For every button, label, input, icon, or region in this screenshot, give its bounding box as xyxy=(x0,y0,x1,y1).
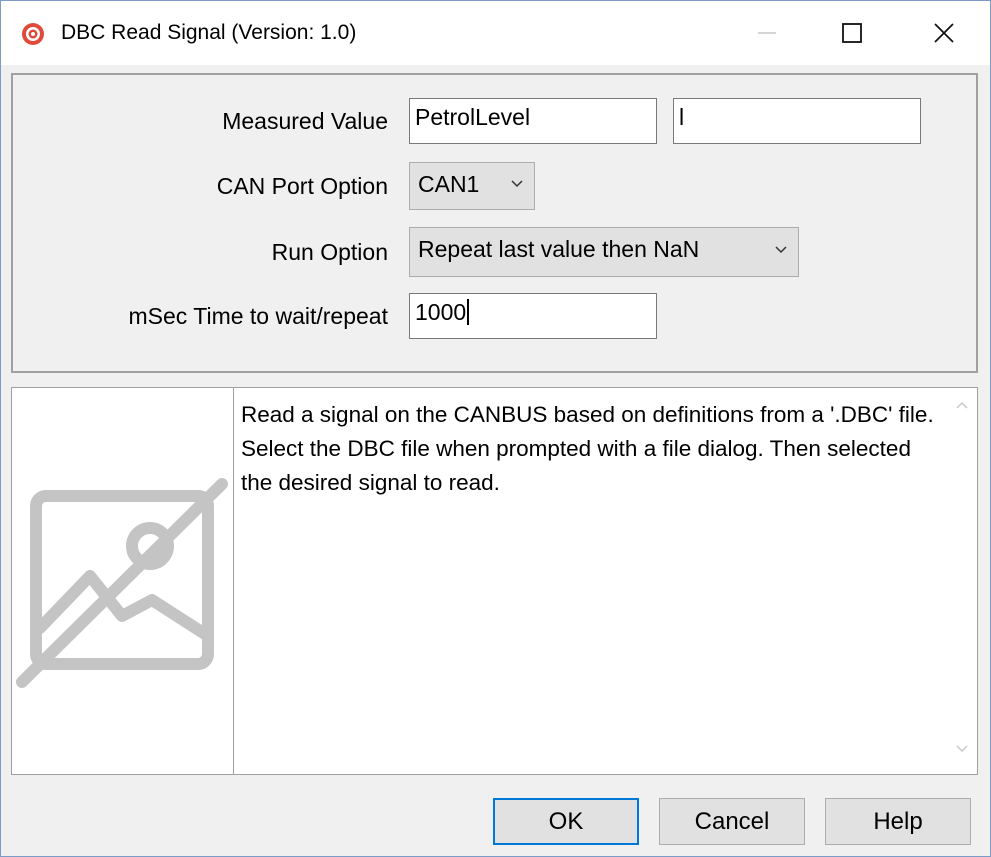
minimize-button[interactable] xyxy=(721,1,813,65)
parameters-panel: Measured Value PetrolLevel l CAN Port Op… xyxy=(11,73,978,373)
measured-value-name-input[interactable]: PetrolLevel xyxy=(409,98,657,144)
measured-value-unit-input[interactable]: l xyxy=(673,98,921,144)
description-text: Read a signal on the CANBUS based on def… xyxy=(241,402,934,495)
can-port-select[interactable]: CAN1 xyxy=(409,162,535,210)
scroll-down-icon[interactable] xyxy=(955,744,969,754)
maximize-icon xyxy=(842,23,862,43)
close-button[interactable] xyxy=(898,1,990,65)
scroll-up-icon[interactable] xyxy=(955,400,969,410)
cancel-button[interactable]: Cancel xyxy=(659,798,805,845)
wait-time-input[interactable]: 1000 xyxy=(409,293,657,339)
chevron-down-icon xyxy=(511,180,523,188)
app-target-icon xyxy=(21,22,45,46)
block-image-pane xyxy=(12,388,234,774)
minimize-icon xyxy=(758,32,776,34)
run-option-select[interactable]: Repeat last value then NaN xyxy=(409,227,799,277)
help-button[interactable]: Help xyxy=(825,798,971,845)
text-caret xyxy=(467,299,470,325)
can-port-label: CAN Port Option xyxy=(216,173,388,199)
ok-button[interactable]: OK xyxy=(493,798,639,845)
window-title: DBC Read Signal (Version: 1.0) xyxy=(61,21,357,44)
measured-value-label: Measured Value xyxy=(222,108,388,134)
run-option-label: Run Option xyxy=(271,239,388,265)
run-option-value: Repeat last value then NaN xyxy=(418,236,700,262)
can-port-value: CAN1 xyxy=(418,171,480,197)
wait-time-value: 1000 xyxy=(415,299,467,325)
dialog-window: DBC Read Signal (Version: 1.0) Measured … xyxy=(0,0,991,857)
description-area: Read a signal on the CANBUS based on def… xyxy=(11,387,978,775)
close-icon xyxy=(934,23,954,43)
wait-time-label: mSec Time to wait/repeat xyxy=(128,303,389,329)
chevron-down-icon xyxy=(775,246,787,254)
maximize-button[interactable] xyxy=(806,1,898,65)
image-placeholder-icon xyxy=(16,478,228,688)
vertical-scrollbar[interactable] xyxy=(947,388,977,774)
title-bar[interactable]: DBC Read Signal (Version: 1.0) xyxy=(1,1,990,65)
